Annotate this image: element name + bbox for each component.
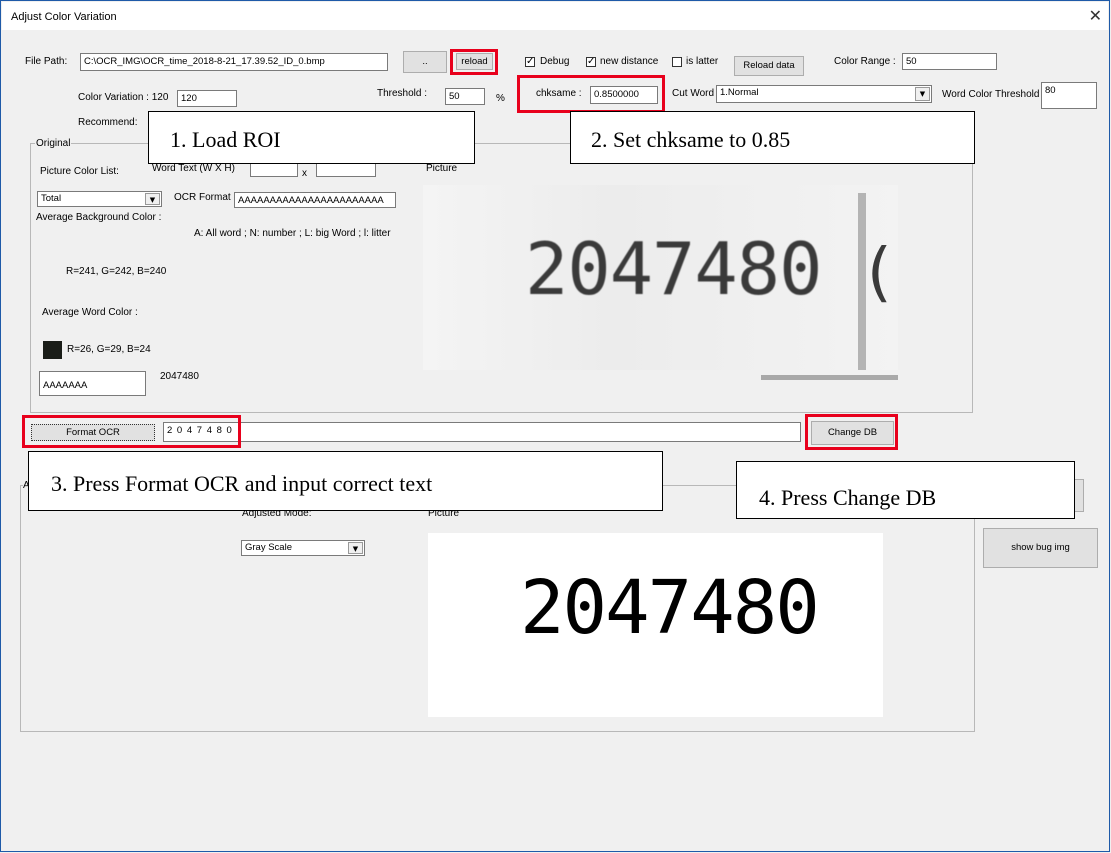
threshold-input[interactable]: 50 bbox=[445, 88, 485, 105]
word-color-swatch bbox=[43, 341, 62, 359]
file-path-input[interactable]: C:\OCR_IMG\OCR_time_2018-8-21_17.39.52_I… bbox=[80, 53, 388, 71]
original-result-text: 2047480 bbox=[160, 371, 199, 382]
chevron-down-icon[interactable]: ▼ bbox=[915, 87, 930, 101]
word-color-threshold-input[interactable]: 80 bbox=[1041, 82, 1097, 109]
is-latter-label: is latter bbox=[686, 56, 719, 67]
average-background-color-label: Average Background Color : bbox=[36, 212, 162, 223]
chevron-down-icon[interactable]: ▼ bbox=[348, 542, 363, 554]
chksame-highlight bbox=[517, 75, 665, 113]
callout-step-3: 3. Press Format OCR and input correct te… bbox=[28, 451, 663, 511]
original-picture-label: Picture bbox=[426, 163, 458, 174]
picture-color-list-value: Total bbox=[41, 193, 62, 204]
new-distance-label: new distance bbox=[600, 56, 659, 67]
show-bug-img-button[interactable]: show bug img bbox=[983, 528, 1098, 568]
adjusted-mode-value: Gray Scale bbox=[245, 542, 292, 553]
ocr-format-input[interactable]: AAAAAAAAAAAAAAAAAAAAAAA bbox=[234, 192, 396, 208]
reload-highlight bbox=[450, 49, 498, 75]
color-variation-label: Color Variation : 120 bbox=[78, 92, 169, 103]
cut-word-label: Cut Word bbox=[672, 88, 715, 99]
average-word-color-value: R=26, G=29, B=24 bbox=[67, 344, 151, 355]
format-ocr-highlight bbox=[22, 415, 241, 448]
adjusted-mode-select[interactable]: Gray Scale ▼ bbox=[241, 540, 365, 556]
callout-step-1: 1. Load ROI bbox=[148, 111, 475, 164]
original-picture: 2047480 ( bbox=[423, 185, 898, 370]
cut-word-select[interactable]: 1.Normal ▼ bbox=[716, 85, 932, 103]
adjusted-picture-digits: 2047480 bbox=[520, 565, 820, 651]
recommend-label: Recommend: bbox=[78, 117, 138, 128]
cut-word-value: 1.Normal bbox=[720, 87, 759, 98]
reload-data-button[interactable]: Reload data bbox=[734, 56, 804, 76]
x-label: x bbox=[302, 168, 307, 179]
callout-step-2: 2. Set chksame to 0.85 bbox=[570, 111, 975, 164]
window-title: Adjust Color Variation bbox=[11, 11, 117, 23]
picture-color-list-label: Picture Color List: bbox=[40, 166, 119, 177]
callout-step-4: 4. Press Change DB bbox=[736, 461, 1075, 519]
chevron-down-icon[interactable]: ▼ bbox=[145, 193, 160, 205]
picture-vertical-bar bbox=[858, 193, 866, 370]
picture-base-line bbox=[761, 375, 898, 380]
color-variation-input[interactable]: 120 bbox=[177, 90, 237, 107]
ocr-format-legend: A: All word ; N: number ; L: big Word ; … bbox=[194, 228, 391, 239]
result-format-box[interactable]: AAAAAAA bbox=[39, 371, 146, 396]
debug-label: Debug bbox=[540, 56, 570, 67]
threshold-label: Threshold : bbox=[377, 88, 428, 99]
browse-button[interactable]: .. bbox=[403, 51, 447, 73]
original-picture-digits: 2047480 bbox=[525, 227, 822, 311]
is-latter-checkbox[interactable] bbox=[672, 57, 682, 67]
format-ocr-input[interactable]: 2 0 4 7 4 8 0 bbox=[163, 422, 801, 442]
original-group-label: Original bbox=[35, 138, 72, 149]
new-distance-checkbox[interactable]: ✓ bbox=[586, 57, 596, 67]
title-bar: Adjust Color Variation ✕ bbox=[2, 2, 1108, 30]
picture-color-list-select[interactable]: Total ▼ bbox=[37, 191, 162, 207]
word-color-threshold-label: Word Color Threshold : bbox=[942, 89, 1046, 100]
color-range-label: Color Range : bbox=[834, 56, 896, 67]
ocr-format-label: OCR Format bbox=[174, 192, 231, 203]
average-background-color-value: R=241, G=242, B=240 bbox=[66, 266, 167, 277]
change-db-highlight bbox=[805, 414, 898, 450]
close-icon[interactable]: ✕ bbox=[1089, 6, 1102, 25]
adjusted-picture: 2047480 bbox=[428, 533, 883, 717]
file-path-label: File Path: bbox=[25, 56, 68, 67]
word-text-label: Word Text (W X H) bbox=[152, 163, 235, 174]
average-word-color-label: Average Word Color : bbox=[42, 307, 138, 318]
color-range-input[interactable]: 50 bbox=[902, 53, 997, 70]
threshold-percent: % bbox=[496, 93, 505, 104]
debug-checkbox[interactable]: ✓ bbox=[525, 57, 535, 67]
